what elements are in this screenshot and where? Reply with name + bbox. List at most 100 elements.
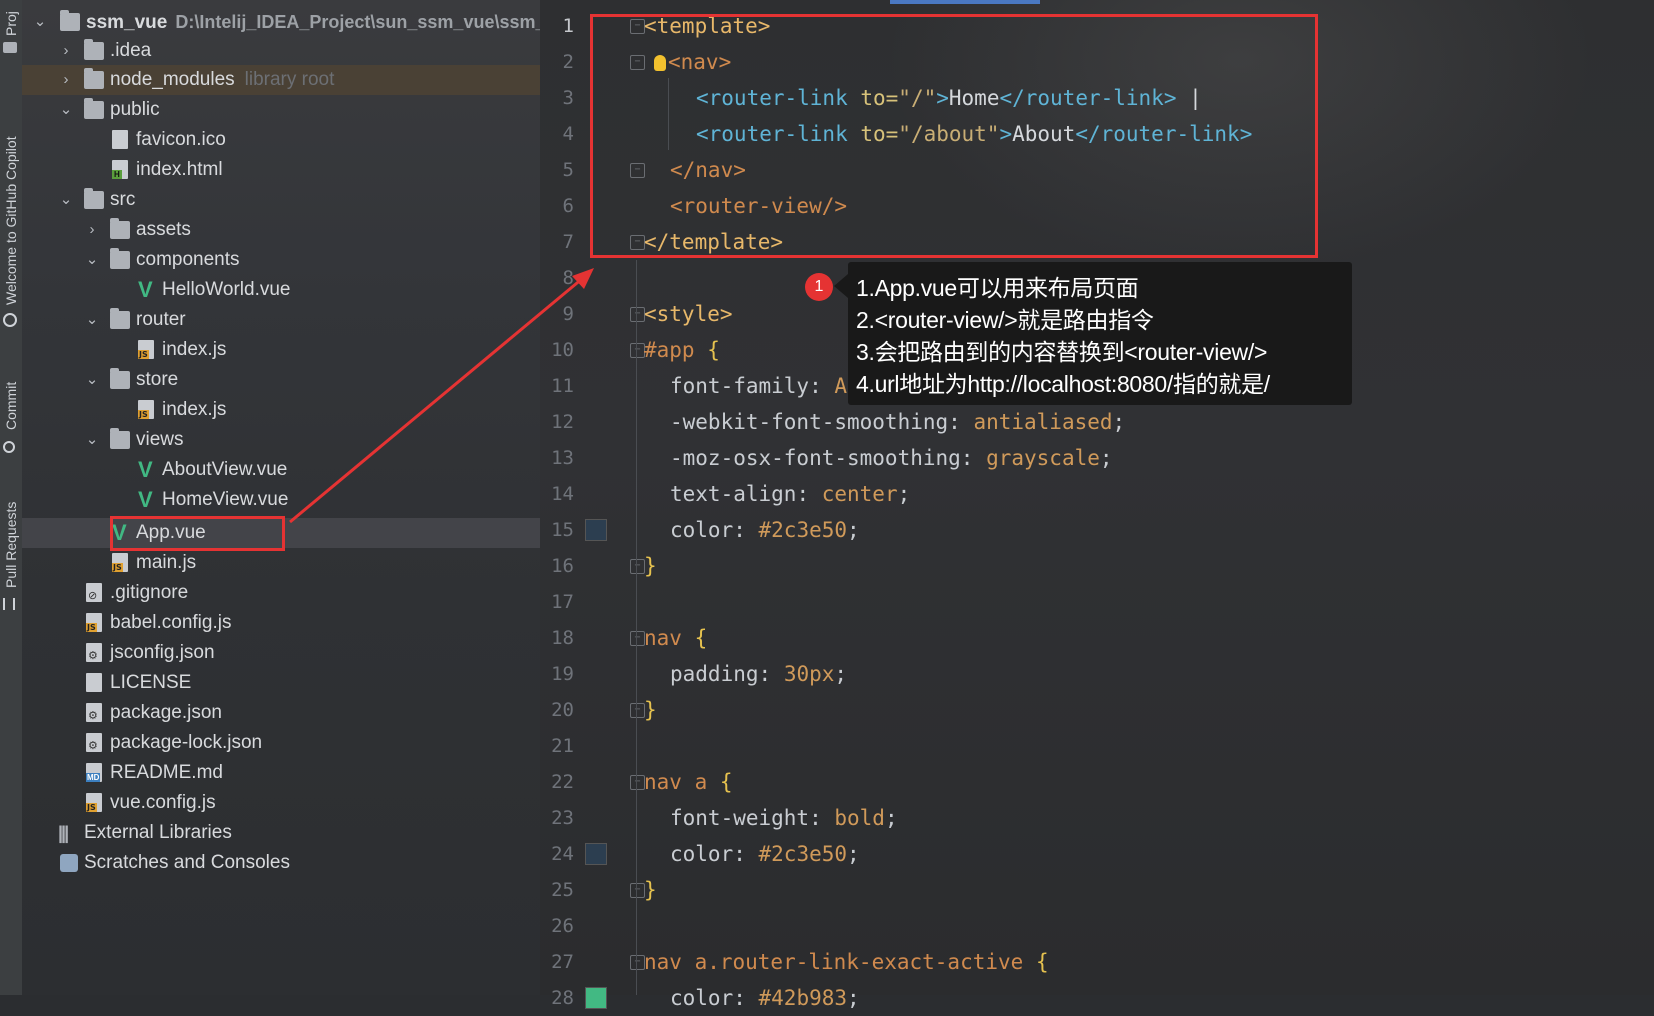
tree-item-scratches[interactable]: Scratches and Consoles: [22, 848, 540, 878]
tree-item-label: package.json: [110, 702, 222, 723]
tree-item-babel-config[interactable]: JS babel.config.js: [22, 608, 540, 638]
line-number: 11: [551, 375, 574, 397]
tree-item-label: src: [110, 189, 136, 210]
line-number: 10: [551, 339, 574, 361]
fold-marker-icon[interactable]: −: [630, 775, 645, 790]
fold-marker-icon[interactable]: −: [630, 343, 645, 358]
chevron-down-icon[interactable]: ⌄: [84, 305, 100, 335]
code-token: -webkit-font-smoothing: [670, 410, 949, 434]
chevron-right-icon[interactable]: ›: [84, 215, 100, 245]
code-token: antialiased: [973, 410, 1113, 434]
chevron-right-icon[interactable]: ›: [58, 65, 74, 95]
tree-item-components[interactable]: ⌄ components: [22, 245, 540, 275]
line-number: 19: [551, 663, 574, 685]
code-token: font-weight: [670, 806, 810, 830]
tree-item-aboutview-vue[interactable]: V AboutView.vue: [22, 455, 540, 485]
tool-tab-copilot[interactable]: Welcome to GitHub Copilot: [0, 95, 22, 335]
tree-item-label: favicon.ico: [136, 129, 226, 150]
tree-item-idea[interactable]: › .idea: [22, 36, 540, 66]
tree-root-ssm-vue[interactable]: ⌄ ssm_vue D:\Intelij_IDEA_Project\sun_ssm…: [22, 7, 556, 37]
fold-marker-icon[interactable]: −: [630, 703, 645, 718]
tree-item-package-lock-json[interactable]: ⚙ package-lock.json: [22, 728, 540, 758]
code-token: grayscale: [986, 446, 1100, 470]
code-line-18: nav {: [644, 620, 707, 656]
commit-icon: [3, 441, 15, 453]
chevron-down-icon[interactable]: ⌄: [84, 365, 100, 395]
code-token: {: [694, 338, 720, 362]
tree-item-label: vue.config.js: [110, 792, 216, 813]
code-token: padding: [670, 662, 759, 686]
tree-item-label: views: [136, 429, 184, 450]
tree-item-public[interactable]: ⌄ public: [22, 95, 540, 125]
js-file-icon: JS: [112, 553, 128, 572]
fold-marker-icon[interactable]: −: [630, 955, 645, 970]
tree-item-assets[interactable]: › assets: [22, 215, 540, 245]
tree-item-readme[interactable]: MD README.md: [22, 758, 540, 788]
color-swatch[interactable]: [585, 987, 607, 1009]
tree-item-vue-config[interactable]: JS vue.config.js: [22, 788, 540, 818]
fold-marker-icon[interactable]: −: [630, 559, 645, 574]
code-token: :: [809, 374, 835, 398]
tree-item-node-modules[interactable]: › node_modules library root: [22, 65, 540, 95]
code-line-9: <style>: [644, 296, 733, 332]
code-line-28: color: #42b983;: [644, 980, 860, 1016]
tree-item-favicon[interactable]: favicon.ico: [22, 125, 540, 155]
line-number: 7: [562, 231, 574, 253]
tree-item-main-js[interactable]: JS main.js: [22, 548, 540, 578]
tool-tab-pull-requests[interactable]: Pull Requests: [0, 488, 22, 618]
tree-item-external-libraries[interactable]: ||| External Libraries: [22, 818, 540, 848]
chevron-down-icon[interactable]: ⌄: [84, 425, 100, 455]
annotation-line: 1.App.vue可以用来布局页面: [856, 275, 1139, 301]
image-file-icon: [112, 130, 128, 149]
chevron-down-icon[interactable]: ⌄: [58, 95, 74, 125]
tree-item-index-html[interactable]: H index.html: [22, 155, 540, 185]
line-number: 9: [562, 303, 574, 325]
line-number: 27: [551, 951, 574, 973]
code-token: }: [644, 554, 657, 578]
chevron-down-icon[interactable]: ⌄: [84, 245, 100, 275]
color-swatch[interactable]: [585, 843, 607, 865]
tree-item-helloworld-vue[interactable]: V HelloWorld.vue: [22, 275, 540, 305]
chevron-right-icon[interactable]: ›: [58, 36, 74, 66]
line-number: 5: [562, 159, 574, 181]
code-token: {: [681, 626, 708, 650]
tool-tab-project[interactable]: Proj: [0, 0, 22, 60]
code-token: ;: [897, 482, 911, 506]
tree-item-label: public: [110, 99, 160, 120]
code-line-13: -moz-osx-font-smoothing: grayscale;: [644, 440, 1113, 476]
tree-item-store-index-js[interactable]: JS index.js: [22, 395, 540, 425]
tree-item-label: store: [136, 369, 179, 390]
color-swatch[interactable]: [585, 519, 607, 541]
code-line-22: nav a {: [644, 764, 733, 800]
tree-item-router-index-js[interactable]: JS index.js: [22, 335, 540, 365]
code-line-27: nav a.router-link-exact-active {: [644, 944, 1049, 980]
tree-item-src[interactable]: ⌄ src: [22, 185, 540, 215]
code-token: ;: [847, 986, 860, 1010]
fold-marker-icon[interactable]: −: [630, 631, 645, 646]
tree-item-label: LICENSE: [110, 672, 192, 693]
js-file-icon: JS: [86, 613, 102, 632]
fold-marker-icon[interactable]: −: [630, 307, 645, 322]
tool-window-strip: Proj Welcome to GitHub Copilot Commit Pu…: [0, 0, 23, 995]
tree-item-license[interactable]: LICENSE: [22, 668, 540, 698]
vue-file-icon: V: [138, 487, 153, 512]
code-token: ;: [834, 662, 848, 686]
tree-item-router[interactable]: ⌄ router: [22, 305, 540, 335]
tree-item-jsconfig-json[interactable]: ⚙ jsconfig.json: [22, 638, 540, 668]
tree-item-store[interactable]: ⌄ store: [22, 365, 540, 395]
tree-item-label: index.js: [162, 399, 227, 420]
fold-marker-icon[interactable]: −: [630, 883, 645, 898]
tool-tab-commit[interactable]: Commit: [0, 370, 22, 460]
tree-item-homeview-vue[interactable]: V HomeView.vue: [22, 485, 540, 515]
chevron-down-icon[interactable]: ⌄: [58, 185, 74, 215]
tree-item-package-json[interactable]: ⚙ package.json: [22, 698, 540, 728]
active-tab-indicator: [890, 0, 1040, 4]
tree-item-label: components: [136, 249, 240, 270]
code-token: A: [834, 374, 848, 398]
chevron-down-icon[interactable]: ⌄: [32, 7, 48, 37]
code-token: :: [758, 662, 784, 686]
line-number: 23: [551, 807, 574, 829]
code-token: .router-link-exact-active: [707, 950, 1024, 974]
tree-item-gitignore[interactable]: ⊘ .gitignore: [22, 578, 540, 608]
tree-item-views[interactable]: ⌄ views: [22, 425, 540, 455]
